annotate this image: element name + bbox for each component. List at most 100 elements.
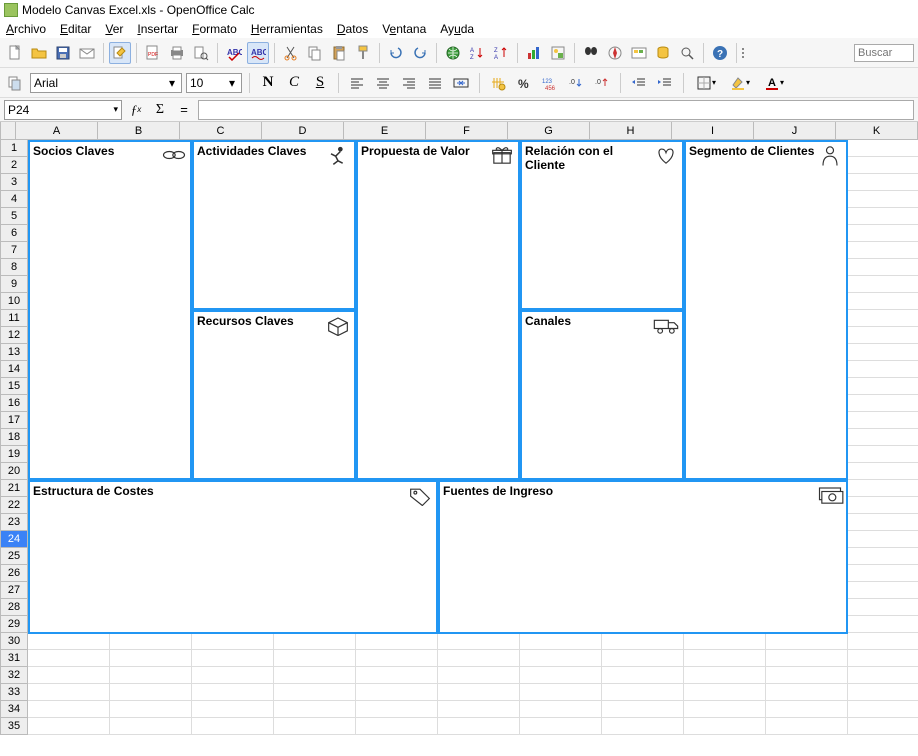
- menu-insertar[interactable]: Insertar: [137, 22, 178, 36]
- cell[interactable]: [28, 140, 110, 157]
- show-draw-icon[interactable]: [547, 42, 569, 64]
- cell[interactable]: [274, 531, 356, 548]
- cell[interactable]: [602, 361, 684, 378]
- cell[interactable]: [274, 463, 356, 480]
- cell[interactable]: [766, 327, 848, 344]
- cell[interactable]: [684, 548, 766, 565]
- cell[interactable]: [438, 327, 520, 344]
- cell[interactable]: [684, 701, 766, 718]
- cell[interactable]: [520, 361, 602, 378]
- cell[interactable]: [602, 582, 684, 599]
- cell[interactable]: [766, 361, 848, 378]
- cell[interactable]: [848, 701, 918, 718]
- cell[interactable]: [356, 276, 438, 293]
- column-header[interactable]: C: [180, 122, 262, 140]
- cell[interactable]: [192, 327, 274, 344]
- row-header[interactable]: 22: [0, 497, 28, 514]
- cell[interactable]: [602, 531, 684, 548]
- cell[interactable]: [766, 412, 848, 429]
- cell[interactable]: [684, 650, 766, 667]
- cell[interactable]: [848, 446, 918, 463]
- row-header[interactable]: 17: [0, 412, 28, 429]
- menu-herramientas[interactable]: Herramientas: [251, 22, 323, 36]
- remove-decimal-icon[interactable]: .0: [591, 72, 613, 94]
- cell[interactable]: [766, 140, 848, 157]
- cell[interactable]: [766, 429, 848, 446]
- row-header[interactable]: 23: [0, 514, 28, 531]
- cell[interactable]: [848, 582, 918, 599]
- row-header[interactable]: 1: [0, 140, 28, 157]
- cell[interactable]: [848, 531, 918, 548]
- cell[interactable]: [274, 361, 356, 378]
- cell[interactable]: [520, 412, 602, 429]
- cell[interactable]: [192, 633, 274, 650]
- fontcolor-icon[interactable]: A▾: [759, 72, 789, 94]
- edit-icon[interactable]: [109, 42, 131, 64]
- cell[interactable]: [766, 174, 848, 191]
- cell[interactable]: [438, 293, 520, 310]
- cell[interactable]: [684, 565, 766, 582]
- cell[interactable]: [684, 497, 766, 514]
- function-wizard-button[interactable]: ƒx: [126, 100, 146, 120]
- cell[interactable]: [192, 650, 274, 667]
- cell[interactable]: [110, 565, 192, 582]
- cell[interactable]: [274, 344, 356, 361]
- cell[interactable]: [274, 259, 356, 276]
- cell[interactable]: [28, 582, 110, 599]
- cell[interactable]: [356, 310, 438, 327]
- column-header[interactable]: D: [262, 122, 344, 140]
- cell[interactable]: [766, 633, 848, 650]
- cell[interactable]: [438, 480, 520, 497]
- name-box[interactable]: P24▾: [4, 100, 122, 120]
- cell[interactable]: [438, 259, 520, 276]
- row-header[interactable]: 6: [0, 225, 28, 242]
- cell[interactable]: [848, 514, 918, 531]
- cell[interactable]: [110, 701, 192, 718]
- cell[interactable]: [192, 582, 274, 599]
- cell[interactable]: [520, 395, 602, 412]
- cell[interactable]: [356, 293, 438, 310]
- cell[interactable]: [110, 582, 192, 599]
- cell[interactable]: [438, 667, 520, 684]
- cell[interactable]: [192, 531, 274, 548]
- row-header[interactable]: 21: [0, 480, 28, 497]
- cell[interactable]: [766, 242, 848, 259]
- cell[interactable]: [28, 395, 110, 412]
- cell[interactable]: [766, 582, 848, 599]
- row-header[interactable]: 13: [0, 344, 28, 361]
- menu-ventana[interactable]: Ventana: [382, 22, 426, 36]
- cell[interactable]: [274, 565, 356, 582]
- cell[interactable]: [602, 718, 684, 735]
- cell[interactable]: [848, 497, 918, 514]
- cell[interactable]: [684, 429, 766, 446]
- cell[interactable]: [766, 208, 848, 225]
- cell[interactable]: [192, 701, 274, 718]
- cell[interactable]: [274, 446, 356, 463]
- add-decimal-icon[interactable]: .0: [565, 72, 587, 94]
- cell[interactable]: [356, 361, 438, 378]
- cell[interactable]: [356, 157, 438, 174]
- cell[interactable]: [192, 514, 274, 531]
- cell[interactable]: [684, 667, 766, 684]
- cell[interactable]: [192, 293, 274, 310]
- cell[interactable]: [110, 429, 192, 446]
- cell[interactable]: [192, 140, 274, 157]
- row-header[interactable]: 2: [0, 157, 28, 174]
- row-header[interactable]: 3: [0, 174, 28, 191]
- cell[interactable]: [192, 378, 274, 395]
- cell[interactable]: [28, 718, 110, 735]
- cell[interactable]: [274, 276, 356, 293]
- cell[interactable]: [602, 633, 684, 650]
- cell[interactable]: [192, 667, 274, 684]
- cell[interactable]: [356, 259, 438, 276]
- cell[interactable]: [192, 344, 274, 361]
- column-header[interactable]: J: [754, 122, 836, 140]
- cell[interactable]: [848, 616, 918, 633]
- cell[interactable]: [438, 395, 520, 412]
- cell[interactable]: [356, 378, 438, 395]
- cell[interactable]: [848, 412, 918, 429]
- column-header[interactable]: F: [426, 122, 508, 140]
- cell[interactable]: [438, 497, 520, 514]
- cell[interactable]: [684, 344, 766, 361]
- cell[interactable]: [28, 548, 110, 565]
